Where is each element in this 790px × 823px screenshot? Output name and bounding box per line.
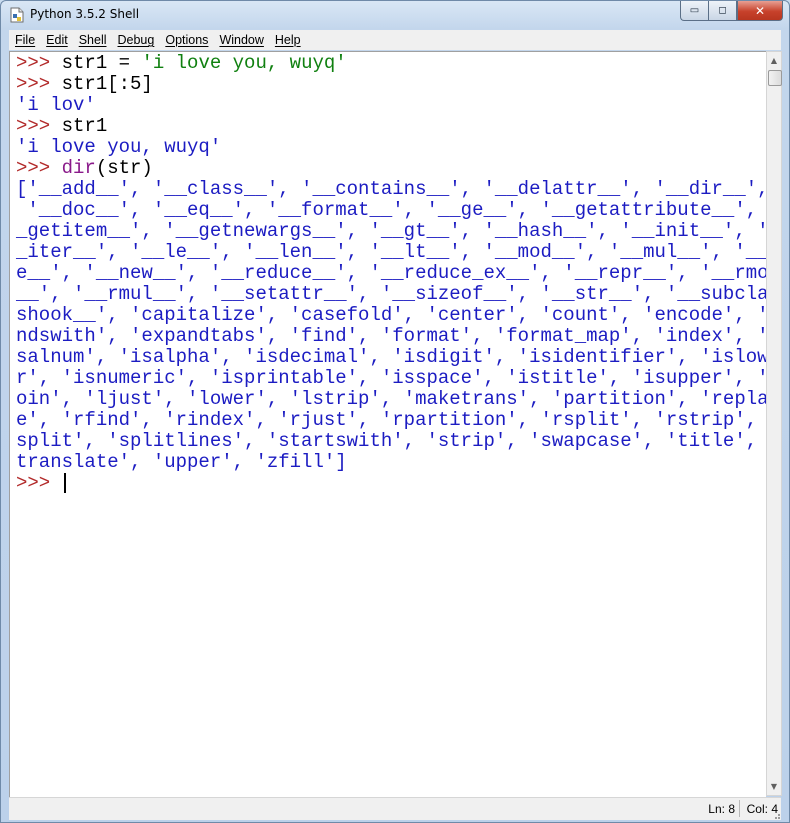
input-code: (str) [95,157,153,179]
shell-content: >>> str1 = 'i love you, wuyq' >>> str1[:… [16,53,766,494]
vertical-scrollbar[interactable]: ▲ ▼ [766,51,782,796]
python-file-icon [10,7,24,23]
prompt: >>> [16,73,62,95]
chevron-down-icon: ▼ [770,782,778,791]
prompt: >>> [16,115,62,137]
menu-options[interactable]: Options [165,33,208,47]
menu-shell[interactable]: Shell [79,33,107,47]
input-code: str1 = [61,52,142,74]
minimize-icon: ▭ [689,5,700,16]
prompt: >>> [16,52,62,74]
output-line: 'i love you, wuyq' [16,136,222,158]
output-line: ['__add__', '__class__', '__contains__',… [16,178,766,200]
close-icon: ✕ [754,3,766,18]
scrollbar-thumb[interactable] [768,70,782,86]
title-bar[interactable]: Python 3.5.2 Shell ▭ ◻ ✕ [1,1,789,29]
menu-file[interactable]: File [15,33,35,47]
prompt: >>> [16,157,62,179]
output-line: r', 'isnumeric', 'isprintable', 'isspace… [16,367,766,389]
output-line: 'i lov' [16,94,96,116]
string-literal: 'i love you, wuyq' [141,52,347,74]
output-line: e__', '__new__', '__reduce__', '__reduce… [16,262,766,284]
output-line: ndswith', 'expandtabs', 'find', 'format'… [16,325,766,347]
window-controls: ▭ ◻ ✕ [680,1,783,21]
input-code: str1[:5] [61,73,153,95]
text-cursor [63,473,66,493]
input-code: str1 [61,115,108,137]
scroll-up-button[interactable]: ▲ [767,52,781,69]
output-line: salnum', 'isalpha', 'isdecimal', 'isdigi… [16,346,766,368]
output-line: oin', 'ljust', 'lower', 'lstrip', 'maket… [16,388,766,410]
status-divider [739,800,740,817]
maximize-button[interactable]: ◻ [708,1,737,21]
window-title: Python 3.5.2 Shell [30,7,140,21]
maximize-icon: ◻ [718,5,727,16]
menu-help[interactable]: Help [275,33,301,47]
output-line: split', 'splitlines', 'startswith', 'str… [16,430,766,452]
resize-grip-icon[interactable] [771,810,781,820]
menu-bar: File Edit Shell Debug Options Window Hel… [9,30,781,50]
output-line: translate', 'upper', 'zfill'] [16,451,347,473]
idle-shell-window: Python 3.5.2 Shell ▭ ◻ ✕ File Edit Shell… [0,0,790,823]
output-line: __', '__rmul__', '__setattr__', '__sizeo… [16,283,766,305]
status-bar: Ln: 8 Col: 4 [9,797,781,820]
menu-edit[interactable]: Edit [46,33,68,47]
menu-window[interactable]: Window [219,33,263,47]
output-line: '__doc__', '__eq__', '__format__', '__ge… [16,199,766,221]
scroll-down-button[interactable]: ▼ [767,778,781,795]
output-line: e', 'rfind', 'rindex', 'rjust', 'rpartit… [16,409,766,431]
close-button[interactable]: ✕ [737,1,783,21]
minimize-button[interactable]: ▭ [680,1,708,21]
menu-debug[interactable]: Debug [118,33,155,47]
output-line: shook__', 'capitalize', 'casefold', 'cen… [16,304,766,326]
builtin-name: dir [61,157,96,179]
line-number: Ln: 8 [708,802,735,816]
chevron-up-icon: ▲ [770,56,778,65]
shell-text-area[interactable]: >>> str1 = 'i love you, wuyq' >>> str1[:… [9,51,766,798]
output-line: _getitem__', '__getnewargs__', '__gt__',… [16,220,766,242]
prompt: >>> [16,472,62,494]
output-line: _iter__', '__le__', '__len__', '__lt__',… [16,241,766,263]
